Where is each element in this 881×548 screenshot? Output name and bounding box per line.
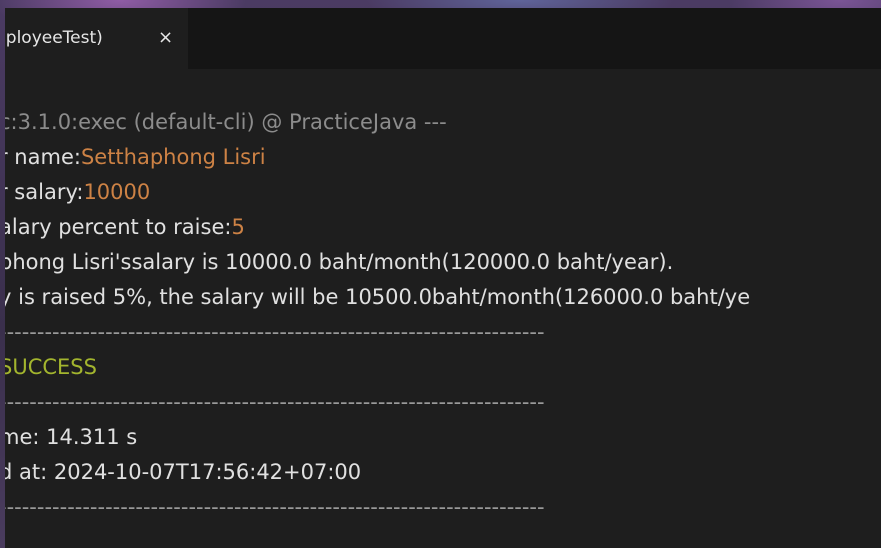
tab-label: nployeeTest) (5, 28, 103, 48)
separator-1: ----------------------------------------… (5, 320, 545, 344)
ide-window: nployeeTest) × c:3.1.0:exec (default-cli… (5, 8, 881, 548)
separator-2: ----------------------------------------… (5, 390, 545, 414)
name-line: r name:Setthaphong Lisri (5, 144, 266, 170)
name-input-value: Setthaphong Lisri (80, 145, 266, 169)
percent-prompt: alary percent to raise: (5, 215, 232, 239)
result-line-1: phong Lisri'ssalary is 10000.0 baht/mont… (5, 250, 674, 274)
finished-at-line: d at: 2024-10-07T17:56:42+07:00 (5, 460, 362, 484)
result-line-2: y is raised 5%, the salary will be 10500… (5, 285, 751, 309)
percent-input-value: 5 (231, 215, 245, 239)
close-icon[interactable]: × (158, 27, 173, 48)
exec-line: c:3.1.0:exec (default-cli) @ PracticeJav… (5, 110, 447, 134)
percent-line: alary percent to raise:5 (5, 214, 245, 240)
output-console[interactable]: c:3.1.0:exec (default-cli) @ PracticeJav… (5, 69, 881, 548)
tab-output[interactable]: nployeeTest) × (5, 8, 188, 69)
tab-bar: nployeeTest) × (5, 8, 881, 69)
name-prompt: r name: (5, 145, 81, 169)
build-status: SUCCESS (5, 355, 97, 379)
total-time-line: me: 14.311 s (5, 425, 138, 449)
salary-prompt: r salary: (5, 180, 84, 204)
salary-input-value: 10000 (83, 180, 151, 204)
salary-line: r salary:10000 (5, 179, 150, 205)
separator-3: ----------------------------------------… (5, 495, 545, 519)
